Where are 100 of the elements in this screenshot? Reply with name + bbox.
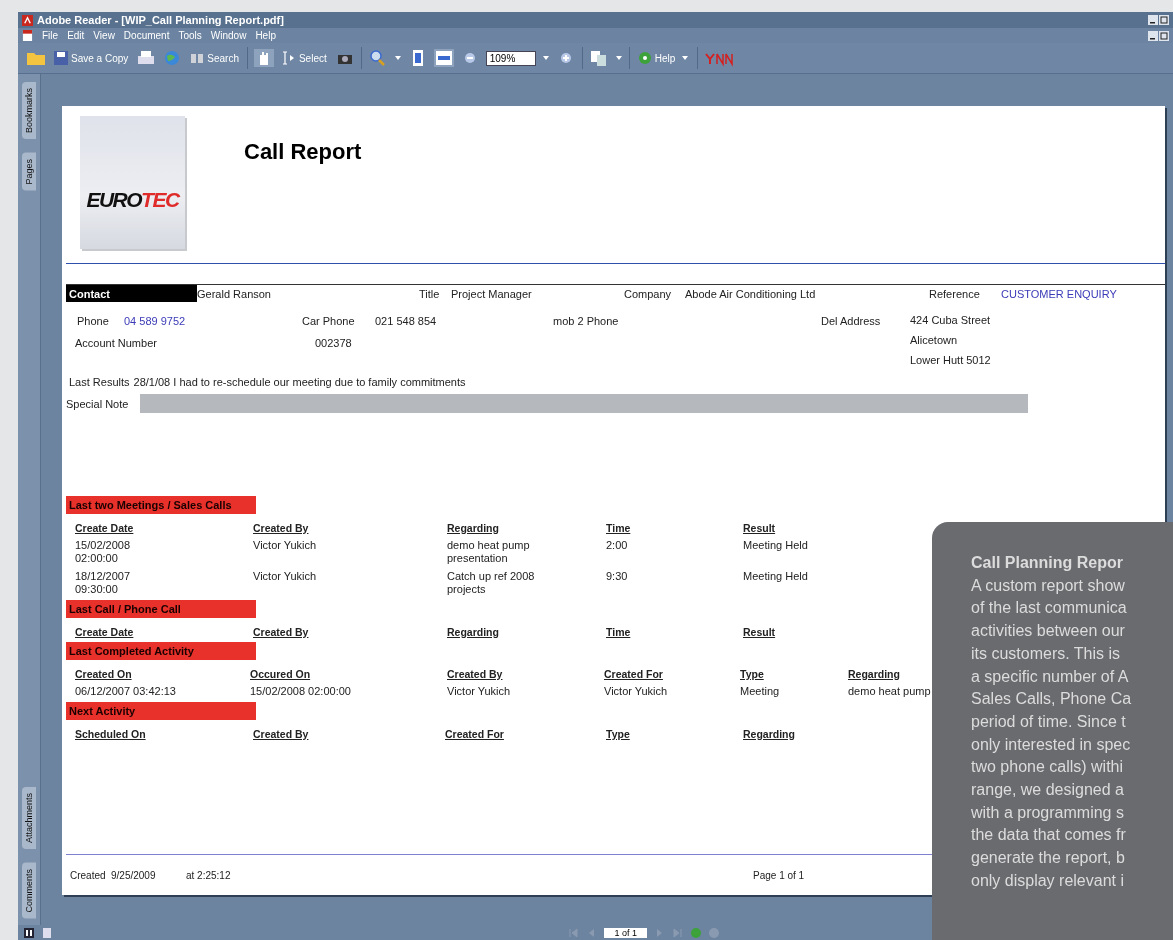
field-label: Account Number bbox=[75, 337, 158, 349]
field-label: Special Note bbox=[66, 397, 130, 410]
field-label: Last Results bbox=[69, 376, 130, 388]
column-header: Create Date bbox=[75, 522, 134, 534]
section-header: Next Activity bbox=[66, 702, 256, 720]
table-cell: Meeting Held bbox=[743, 570, 808, 583]
table-cell-text: Catch up ref 2008 projects bbox=[447, 570, 536, 596]
help-icon bbox=[637, 51, 652, 65]
column-header: Regarding bbox=[447, 626, 499, 638]
caption-line: two phone calls) withi bbox=[971, 757, 1124, 778]
maximize-icon[interactable] bbox=[1159, 15, 1169, 25]
pages-icon[interactable] bbox=[588, 49, 609, 67]
caret-icon[interactable] bbox=[614, 54, 623, 62]
help-button[interactable]: Help bbox=[635, 49, 692, 67]
table-cell: Victor Yukich bbox=[604, 685, 668, 698]
caret-icon[interactable] bbox=[393, 54, 402, 62]
caption-line: with a programming s bbox=[971, 802, 1124, 823]
caption-line: the data that comes fr bbox=[971, 825, 1126, 846]
column-header: Regarding bbox=[848, 668, 900, 680]
table-cell: Victor Yukich bbox=[447, 685, 511, 698]
search-button[interactable]: Search bbox=[188, 49, 241, 67]
binoculars-icon bbox=[190, 51, 205, 65]
table-cell: 06/12/2007 03:42:13 bbox=[75, 685, 176, 698]
fit-width-icon[interactable] bbox=[433, 49, 454, 67]
column-header: Result bbox=[743, 626, 776, 638]
column-header: Created By bbox=[253, 728, 309, 740]
caption-title: Call Planning Repor bbox=[971, 553, 1123, 573]
field-value: 002378 bbox=[315, 337, 352, 349]
column-header: Regarding bbox=[743, 728, 795, 740]
column-header: Created On bbox=[75, 668, 132, 680]
section-header: Last two Meetings / Sales Calls bbox=[66, 496, 256, 514]
column-header: Create Date bbox=[75, 626, 134, 638]
field-label: Del Address bbox=[821, 315, 882, 327]
app-icon bbox=[22, 14, 33, 26]
menu-item[interactable]: Tools bbox=[178, 30, 202, 41]
created-time: at 2:25:12 bbox=[186, 869, 232, 881]
column-header: Result bbox=[743, 522, 776, 534]
column-header: Created By bbox=[253, 626, 309, 638]
column-header: Created By bbox=[253, 522, 309, 534]
column-header: Regarding bbox=[447, 522, 499, 534]
minimize-icon[interactable] bbox=[1148, 15, 1158, 25]
caret-icon bbox=[681, 54, 690, 62]
side-tab[interactable]: Bookmarks bbox=[22, 82, 36, 139]
text-cursor-icon bbox=[281, 51, 296, 65]
zoom-field[interactable]: 109% bbox=[485, 50, 536, 66]
panel-icon[interactable] bbox=[24, 927, 34, 938]
section-header: Last Completed Activity bbox=[66, 642, 256, 660]
field-label: Company bbox=[624, 287, 673, 300]
field-value: Abode Air Conditioning Ltd bbox=[685, 287, 817, 300]
caption-line: of the last communica bbox=[971, 598, 1127, 619]
section-header: Last Call / Phone Call bbox=[66, 600, 256, 618]
address-line: Lower Hutt 5012 bbox=[910, 353, 991, 368]
page-field[interactable]: 1 of 1 bbox=[604, 927, 647, 938]
caption-line: Sales Calls, Phone Ca bbox=[971, 689, 1132, 710]
printer-icon[interactable] bbox=[136, 49, 157, 67]
menu-item[interactable]: Window bbox=[210, 30, 247, 41]
caption-line: a specific number of A bbox=[971, 666, 1129, 687]
side-tab[interactable]: Comments bbox=[22, 863, 36, 919]
caption-line: range, we designed a bbox=[971, 780, 1124, 801]
table-cell-text: 18/12/2007 09:30:00 bbox=[75, 570, 132, 596]
table-cell: Victor Yukich bbox=[253, 539, 317, 552]
column-header: Time bbox=[606, 522, 631, 534]
menu-item[interactable]: Edit bbox=[67, 30, 85, 41]
column-header: Occured On bbox=[250, 668, 311, 680]
minimize-icon[interactable] bbox=[1148, 30, 1158, 41]
report-title: Call Report bbox=[244, 139, 362, 166]
created-date: 9/25/2009 bbox=[111, 869, 157, 881]
maximize-icon[interactable] bbox=[1159, 30, 1169, 41]
column-header: Type bbox=[740, 668, 764, 680]
menu-item[interactable]: Document bbox=[123, 30, 170, 41]
table-cell-text: demo heat pump presentation bbox=[447, 539, 531, 565]
field-label: Phone bbox=[77, 315, 110, 327]
column-header: Type bbox=[606, 728, 630, 740]
menu-item[interactable]: File bbox=[42, 30, 59, 41]
caret-icon[interactable] bbox=[541, 54, 550, 62]
page-icon[interactable] bbox=[42, 927, 52, 938]
address-line: 424 Cuba Street bbox=[910, 313, 991, 328]
menu-item[interactable]: View bbox=[93, 30, 115, 41]
side-tab[interactable]: Pages bbox=[22, 153, 36, 191]
column-header: Created For bbox=[604, 668, 663, 680]
column-header: Scheduled On bbox=[75, 728, 146, 740]
table-cell: Meeting Held bbox=[743, 539, 808, 552]
column-header: Time bbox=[606, 626, 631, 638]
field-label: Reference bbox=[929, 287, 981, 300]
caption-line: its customers. This is bbox=[971, 643, 1121, 664]
contact-name: Gerald Ranson bbox=[197, 287, 272, 300]
menu-item[interactable]: Help bbox=[255, 30, 276, 41]
caption-line: only interested in spec bbox=[971, 734, 1131, 755]
section-label: Contact bbox=[66, 285, 197, 302]
caption-line: period of time. Since t bbox=[971, 711, 1126, 732]
save-copy-button[interactable]: Save a Copy bbox=[52, 49, 131, 67]
window-title: Adobe Reader - [WIP_Call Planning Report.pdf] bbox=[37, 14, 284, 26]
table-cell: demo heat pump bbox=[848, 685, 931, 698]
side-tab[interactable]: Attachments bbox=[22, 787, 36, 850]
select-button[interactable]: Select bbox=[279, 49, 329, 67]
caption-line: activities between our bbox=[971, 621, 1125, 642]
column-header: Created By bbox=[447, 668, 503, 680]
field-label: Car Phone bbox=[302, 315, 356, 327]
table-cell: Victor Yukich bbox=[253, 570, 317, 583]
table-cell: Meeting bbox=[740, 685, 780, 698]
